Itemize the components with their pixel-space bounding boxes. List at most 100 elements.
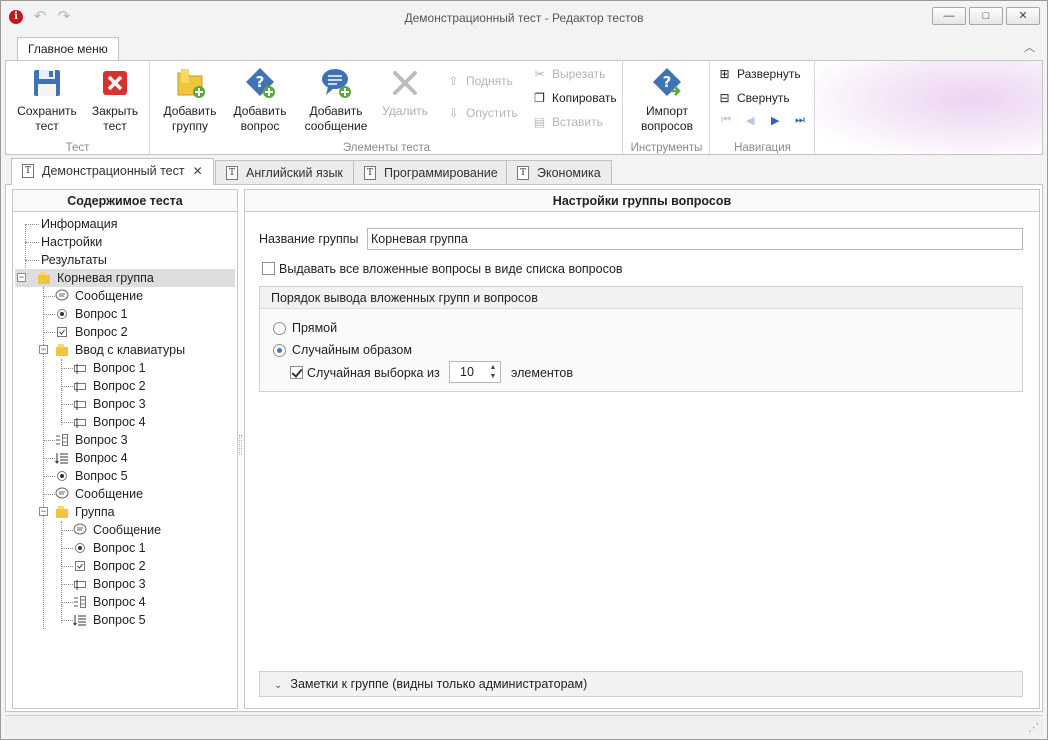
collapse-node-icon[interactable]: − xyxy=(39,507,48,516)
tree-node-question[interactable]: Вопрос 5 xyxy=(73,611,146,629)
nav-next-icon[interactable]: ▶ xyxy=(771,114,783,128)
tree-line xyxy=(61,521,62,623)
tree-line xyxy=(61,386,73,387)
tree-node-root-group[interactable]: Корневая группа xyxy=(15,269,235,287)
minimize-button[interactable]: — xyxy=(932,7,966,25)
paste-button[interactable]: ▤ Вставить xyxy=(532,112,603,132)
test-tree[interactable]: Информация Настройки Результаты Корневая… xyxy=(13,212,237,708)
tree-node-question[interactable]: Вопрос 2 xyxy=(73,377,146,395)
tree-node-question[interactable]: Вопрос 4 xyxy=(73,413,146,431)
ribbon-group-test: Сохранить тест Закрыть тест Тест xyxy=(6,61,150,154)
order-direct-label: Прямой xyxy=(292,321,338,335)
ribbon-decoration xyxy=(812,61,1042,154)
tab-english[interactable]: T Английский язык xyxy=(215,160,354,185)
tree-node-results[interactable]: Результаты xyxy=(41,251,107,269)
tree-line xyxy=(61,404,73,405)
status-bar: ⋰ xyxy=(5,715,1043,737)
save-test-button[interactable]: Сохранить тест xyxy=(14,65,80,134)
delete-button[interactable]: Удалить xyxy=(377,65,433,119)
tree-node-keyboard-group[interactable]: Ввод с клавиатуры xyxy=(55,341,185,359)
tree-node-group[interactable]: Группа xyxy=(55,503,115,521)
tree-node-question[interactable]: Вопрос 2 xyxy=(55,323,128,341)
import-questions-button[interactable]: ? Импорт вопросов xyxy=(630,65,704,134)
collapse-button[interactable]: ⊟ Свернуть xyxy=(717,88,789,108)
expand-button[interactable]: ⊞ Развернуть xyxy=(717,64,800,84)
add-question-button[interactable]: ? Добавить вопрос xyxy=(227,65,293,134)
tree-node-question[interactable]: Вопрос 2 xyxy=(73,557,146,575)
tab-label: Английский язык xyxy=(246,166,343,180)
tab-economics[interactable]: T Экономика xyxy=(506,160,612,185)
arrow-up-icon: ⇧ xyxy=(448,74,459,88)
text-input-question-icon xyxy=(73,379,87,393)
tree-node-question[interactable]: Вопрос 1 xyxy=(73,359,146,377)
import-questions-label: Импорт вопросов xyxy=(641,104,693,133)
collapse-node-icon[interactable]: − xyxy=(39,345,48,354)
stepper-arrows-icon[interactable]: ▲ ▼ xyxy=(488,363,498,381)
svg-text:?: ? xyxy=(663,73,672,91)
ordering-question-icon xyxy=(55,451,69,465)
close-tab-icon[interactable]: ✕ xyxy=(193,164,203,178)
tree-line xyxy=(61,566,73,567)
tree-node-message[interactable]: Сообщение xyxy=(55,287,143,305)
tree-node-question[interactable]: Вопрос 1 xyxy=(73,539,146,557)
order-random-radio[interactable] xyxy=(273,344,286,357)
tree-line xyxy=(43,314,55,315)
tree-line xyxy=(43,296,55,297)
tree-node-question[interactable]: Вопрос 3 xyxy=(55,431,128,449)
ribbon-group-elements-label: Элементы теста xyxy=(342,142,431,154)
text-input-question-icon xyxy=(73,415,87,429)
tree-node-question[interactable]: Вопрос 3 xyxy=(73,575,146,593)
tree-node-question[interactable]: Вопрос 4 xyxy=(55,449,128,467)
sample-count-stepper[interactable]: 10 ▲ ▼ xyxy=(449,361,501,383)
order-direct-radio[interactable] xyxy=(273,322,286,335)
nav-last-icon[interactable]: ⏭ xyxy=(795,114,807,128)
tree-line xyxy=(61,584,73,585)
question-add-icon: ? xyxy=(242,65,278,101)
message-icon xyxy=(55,487,69,501)
delete-label: Удалить xyxy=(382,104,428,118)
close-test-button[interactable]: Закрыть тест xyxy=(82,65,148,134)
list-mode-checkbox[interactable] xyxy=(262,262,275,275)
nav-prev-icon[interactable]: ◀ xyxy=(746,114,758,128)
nav-first-icon[interactable]: ⏮ xyxy=(721,114,733,128)
tree-node-message[interactable]: Сообщение xyxy=(73,521,161,539)
notes-expander[interactable]: ⌄ Заметки к группе (видны только админист… xyxy=(259,671,1023,697)
tree-node-question[interactable]: Вопрос 1 xyxy=(55,305,128,323)
question-import-icon: ? xyxy=(649,65,685,101)
move-up-button[interactable]: ⇧ Поднять xyxy=(446,71,513,91)
tab-demo-test[interactable]: T Демонстрационный тест ✕ xyxy=(11,158,214,185)
cut-button[interactable]: ✂ Вырезать xyxy=(532,64,605,84)
move-down-label: Опустить xyxy=(466,106,518,120)
notes-label: Заметки к группе (видны только администр… xyxy=(290,677,588,691)
tree-node-info[interactable]: Информация xyxy=(41,215,118,233)
maximize-button[interactable]: □ xyxy=(969,7,1003,25)
group-name-label: Название группы xyxy=(259,232,359,246)
group-name-input[interactable]: Корневая группа xyxy=(367,228,1023,250)
copy-button[interactable]: ❐ Копировать xyxy=(532,88,617,108)
ribbon-tab-main[interactable]: Главное меню xyxy=(17,37,119,61)
tree-line xyxy=(61,422,73,423)
settings-panel-title: Настройки группы вопросов xyxy=(245,190,1039,212)
add-message-button[interactable]: Добавить сообщение xyxy=(297,65,375,134)
tree-line xyxy=(61,530,73,531)
tree-node-question[interactable]: Вопрос 3 xyxy=(73,395,146,413)
tab-programming[interactable]: T Программирование xyxy=(353,160,509,185)
title-bar: i ↶ ↷ Демонстрационный тест - Редактор т… xyxy=(1,1,1047,33)
tree-node-message[interactable]: Сообщение xyxy=(55,485,143,503)
ordering-question-icon xyxy=(73,613,87,627)
collapse-node-icon[interactable]: − xyxy=(17,273,26,282)
move-up-label: Поднять xyxy=(466,74,513,88)
tree-node-question[interactable]: Вопрос 5 xyxy=(55,467,128,485)
tree-panel-title: Содержимое теста xyxy=(13,190,237,212)
close-window-button[interactable]: ✕ xyxy=(1006,7,1040,25)
test-doc-icon: T xyxy=(226,166,238,180)
ribbon-collapse-icon[interactable]: ︿ xyxy=(1024,39,1035,55)
panel-splitter[interactable] xyxy=(239,435,242,455)
random-sample-checkbox[interactable] xyxy=(290,366,303,379)
tree-node-settings[interactable]: Настройки xyxy=(41,233,102,251)
resize-grip-icon[interactable]: ⋰ xyxy=(1028,721,1039,734)
tree-node-question[interactable]: Вопрос 4 xyxy=(73,593,146,611)
text-input-question-icon xyxy=(73,361,87,375)
move-down-button[interactable]: ⇩ Опустить xyxy=(446,103,518,123)
add-group-button[interactable]: Добавить группу xyxy=(157,65,223,134)
